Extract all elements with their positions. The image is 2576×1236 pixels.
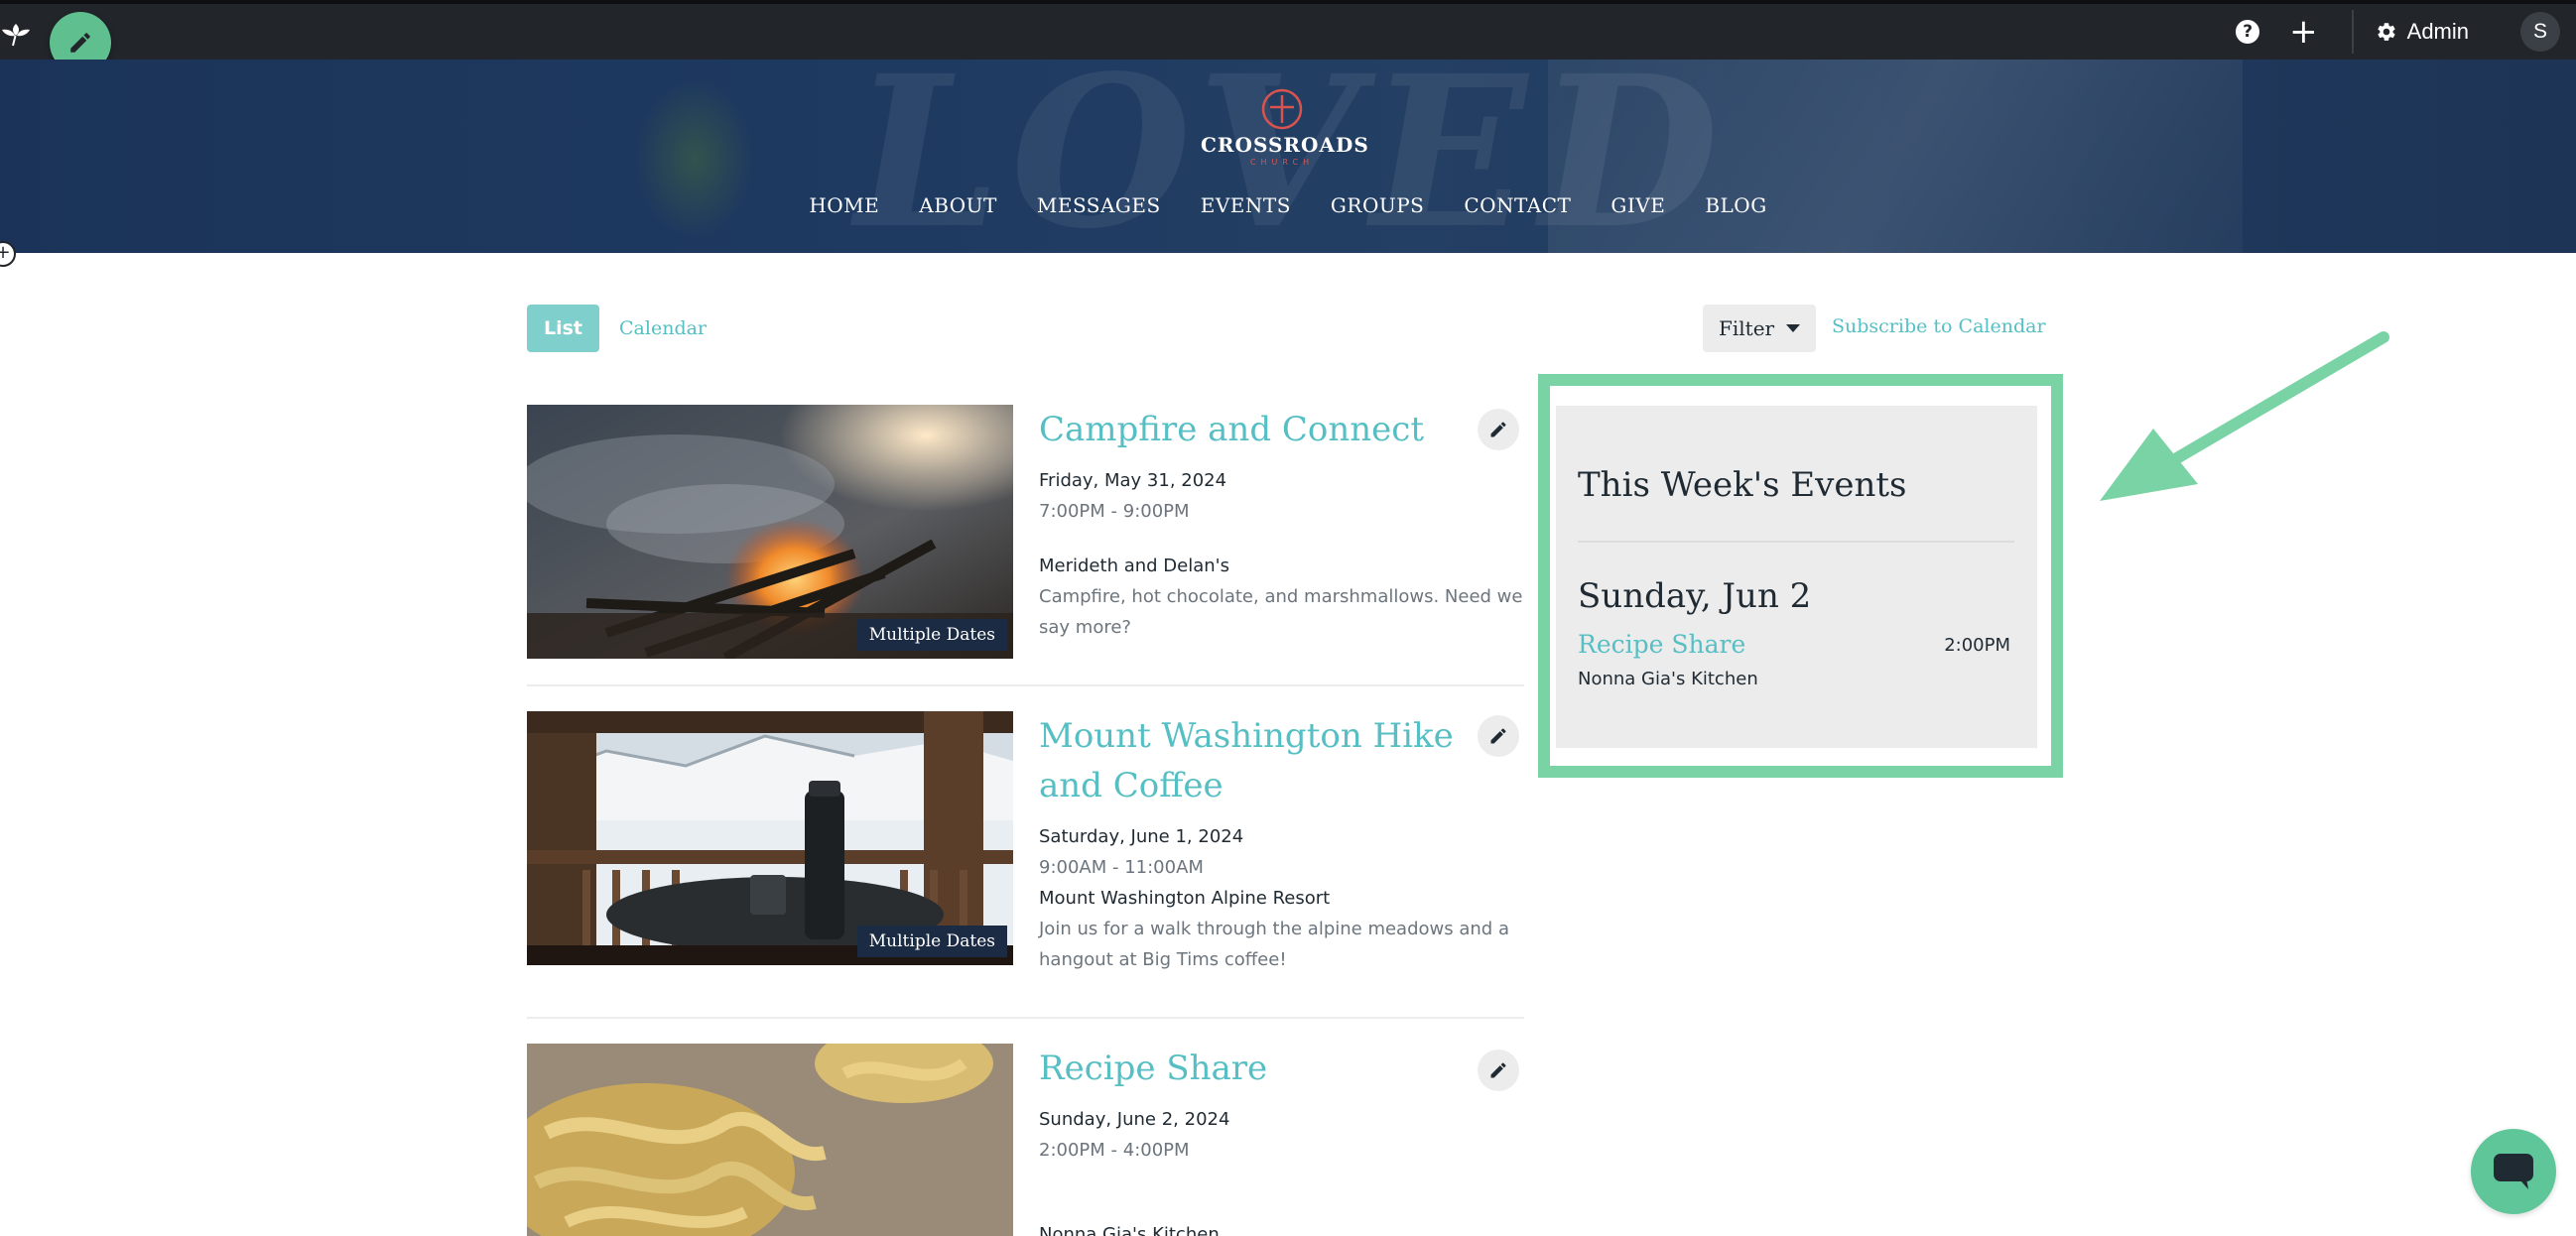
admin-menu-button[interactable]: Admin (2376, 19, 2469, 45)
nav-item-contact[interactable]: CONTACT (1464, 193, 1571, 217)
logo-name: CROSSROADS (1201, 133, 1369, 157)
list-view-button[interactable]: List (527, 305, 600, 352)
event-description: Join us for a walk through the alpine me… (1039, 919, 1509, 970)
cross-emblem-icon (1261, 88, 1303, 130)
help-icon[interactable]: ? (2236, 20, 2260, 44)
event-date: Saturday, June 1, 2024 (1039, 826, 1244, 847)
edit-event-button[interactable] (1478, 715, 1519, 757)
main-nav: HOME ABOUT MESSAGES EVENTS GROUPS CONTAC… (0, 193, 2576, 217)
nav-item-groups[interactable]: GROUPS (1331, 193, 1424, 217)
multiple-dates-badge: Multiple Dates (856, 619, 1007, 651)
widget-day-heading: Sunday, Jun 2 (1578, 576, 1812, 616)
pencil-icon (1490, 422, 1506, 437)
admin-bar: ? + Admin S (0, 0, 2576, 73)
event-location: Merideth and Delan's (1039, 556, 1229, 576)
subscribe-calendar-link[interactable]: Subscribe to Calendar (1832, 315, 2046, 337)
event-card: Recipe Share Sunday, June 2, 2024 2:00PM… (527, 1044, 1524, 1236)
widget-event-location: Nonna Gia's Kitchen (1578, 669, 1758, 689)
widget-title: This Week's Events (1578, 465, 1907, 505)
widget-event-link[interactable]: Recipe Share (1578, 630, 1745, 659)
nav-item-blog[interactable]: BLOG (1705, 193, 1766, 217)
event-title[interactable]: Mount Washington Hike and Coffee (1039, 711, 1476, 810)
site-header: LOVED CROSSROADS CHURCH HOME ABOUT MESSA… (0, 60, 2576, 253)
multiple-dates-badge: Multiple Dates (856, 926, 1007, 957)
nav-item-messages[interactable]: MESSAGES (1037, 193, 1161, 217)
event-location: Nonna Gia's Kitchen (1039, 1224, 1220, 1236)
edit-event-button[interactable] (1478, 409, 1519, 450)
nav-item-about[interactable]: ABOUT (919, 193, 997, 217)
event-time: 9:00AM - 11:00AM (1039, 857, 1204, 878)
event-divider (527, 1017, 1524, 1019)
admin-label: Admin (2406, 19, 2469, 44)
event-card: Multiple Dates Mount Washington Hike and… (527, 711, 1524, 1019)
filter-label: Filter (1719, 316, 1775, 340)
event-image-campfire[interactable]: Multiple Dates (527, 405, 1013, 659)
event-image-hike[interactable]: Multiple Dates (527, 711, 1013, 965)
annotation-arrow-icon (2100, 331, 2389, 501)
event-description: Campfire, hot chocolate, and marshmallow… (1039, 586, 1523, 638)
nav-item-home[interactable]: HOME (809, 193, 879, 217)
nav-item-events[interactable]: EVENTS (1201, 193, 1291, 217)
chat-icon (2494, 1154, 2533, 1189)
logo-subtitle: CHURCH (1249, 158, 1315, 167)
event-time: 7:00PM - 9:00PM (1039, 501, 1190, 522)
avatar[interactable]: S (2520, 12, 2560, 52)
caret-down-icon (1786, 324, 1801, 332)
event-image-recipe[interactable] (527, 1044, 1013, 1236)
event-title[interactable]: Campfire and Connect (1039, 405, 1476, 454)
gear-icon (2378, 23, 2395, 41)
pencil-icon (1490, 728, 1506, 744)
header-background-overlay (1548, 60, 2243, 253)
add-icon[interactable]: + (2289, 15, 2318, 49)
edit-event-button[interactable] (1478, 1050, 1519, 1091)
event-card: Multiple Dates Campfire and Connect Frid… (527, 405, 1524, 692)
view-toggle: List Calendar (527, 305, 707, 352)
event-divider (527, 684, 1524, 686)
leaf-logo-icon[interactable] (0, 18, 32, 50)
site-logo[interactable]: CROSSROADS CHURCH (1201, 87, 1369, 167)
pencil-icon (1490, 1062, 1506, 1078)
event-location: Mount Washington Alpine Resort (1039, 888, 1331, 909)
event-time: 2:00PM - 4:00PM (1039, 1140, 1190, 1161)
pasta-photo (527, 1044, 1013, 1236)
event-date: Friday, May 31, 2024 (1039, 470, 1227, 491)
this-weeks-events-widget: This Week's Events Sunday, Jun 2 Recipe … (1556, 406, 2037, 748)
widget-divider (1578, 541, 2014, 543)
calendar-view-link[interactable]: Calendar (619, 317, 707, 339)
widget-event-time: 2:00PM (1944, 635, 2010, 656)
chat-button[interactable] (2471, 1129, 2556, 1214)
pencil-icon (70, 33, 90, 53)
event-date: Sunday, June 2, 2024 (1039, 1109, 1230, 1130)
nav-item-give[interactable]: GIVE (1610, 193, 1665, 217)
admin-divider (2351, 10, 2354, 54)
event-title[interactable]: Recipe Share (1039, 1044, 1476, 1093)
filter-dropdown-button[interactable]: Filter (1703, 305, 1817, 352)
